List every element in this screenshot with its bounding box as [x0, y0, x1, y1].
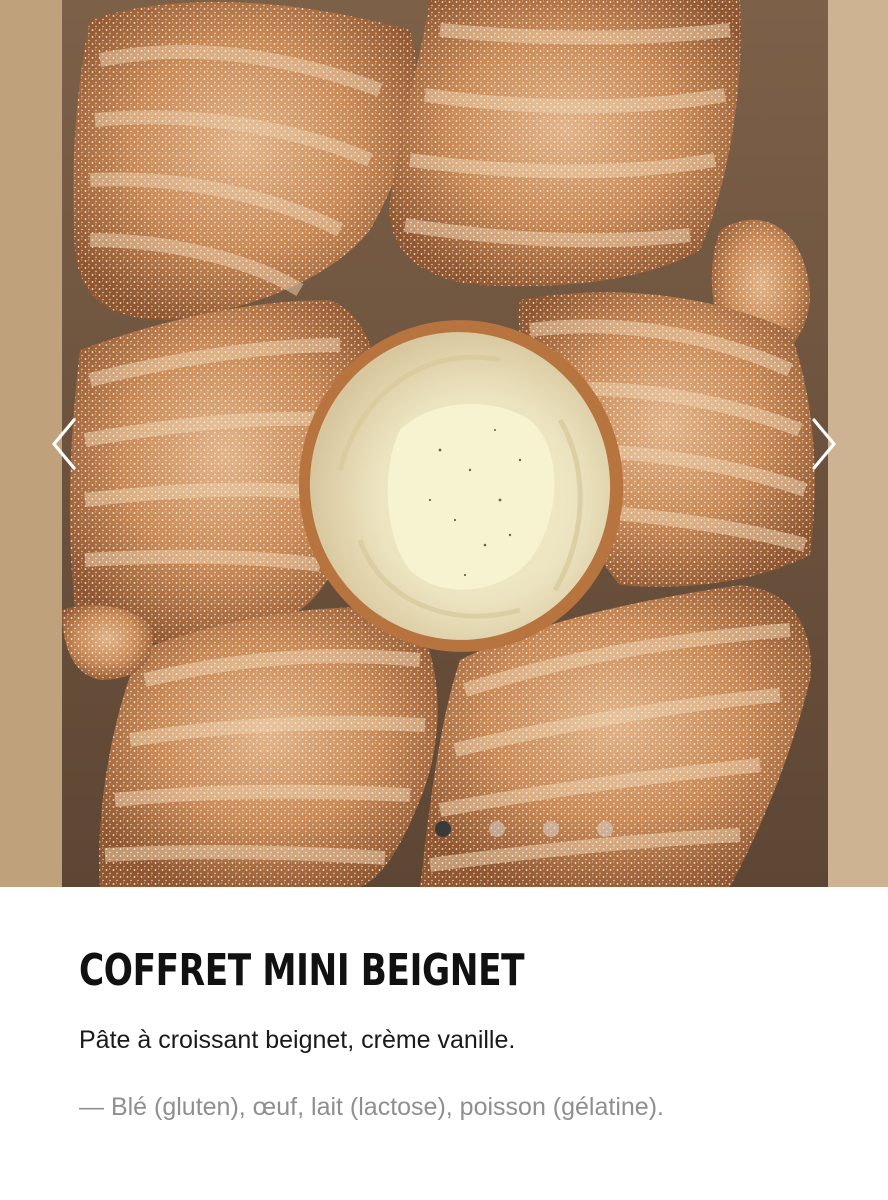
- carousel-dot-4[interactable]: [595, 819, 615, 839]
- carousel-dot-1[interactable]: [433, 819, 453, 839]
- product-image-carousel[interactable]: [0, 0, 888, 887]
- chevron-right-icon: [812, 418, 836, 470]
- carousel-pagination: [0, 819, 888, 839]
- carousel-prev-button[interactable]: [44, 414, 84, 474]
- chevron-left-icon: [52, 418, 76, 470]
- product-photo: [0, 0, 888, 887]
- product-info: COFFRET MINI BEIGNET Pâte à croissant be…: [0, 887, 888, 1200]
- product-description: Pâte à croissant beignet, crème vanille.: [79, 1026, 516, 1054]
- product-title: COFFRET MINI BEIGNET: [79, 945, 525, 996]
- carousel-next-button[interactable]: [804, 414, 844, 474]
- product-allergens: — Blé (gluten), œuf, lait (lactose), poi…: [79, 1093, 664, 1121]
- carousel-dot-3[interactable]: [541, 819, 561, 839]
- carousel-dot-2[interactable]: [487, 819, 507, 839]
